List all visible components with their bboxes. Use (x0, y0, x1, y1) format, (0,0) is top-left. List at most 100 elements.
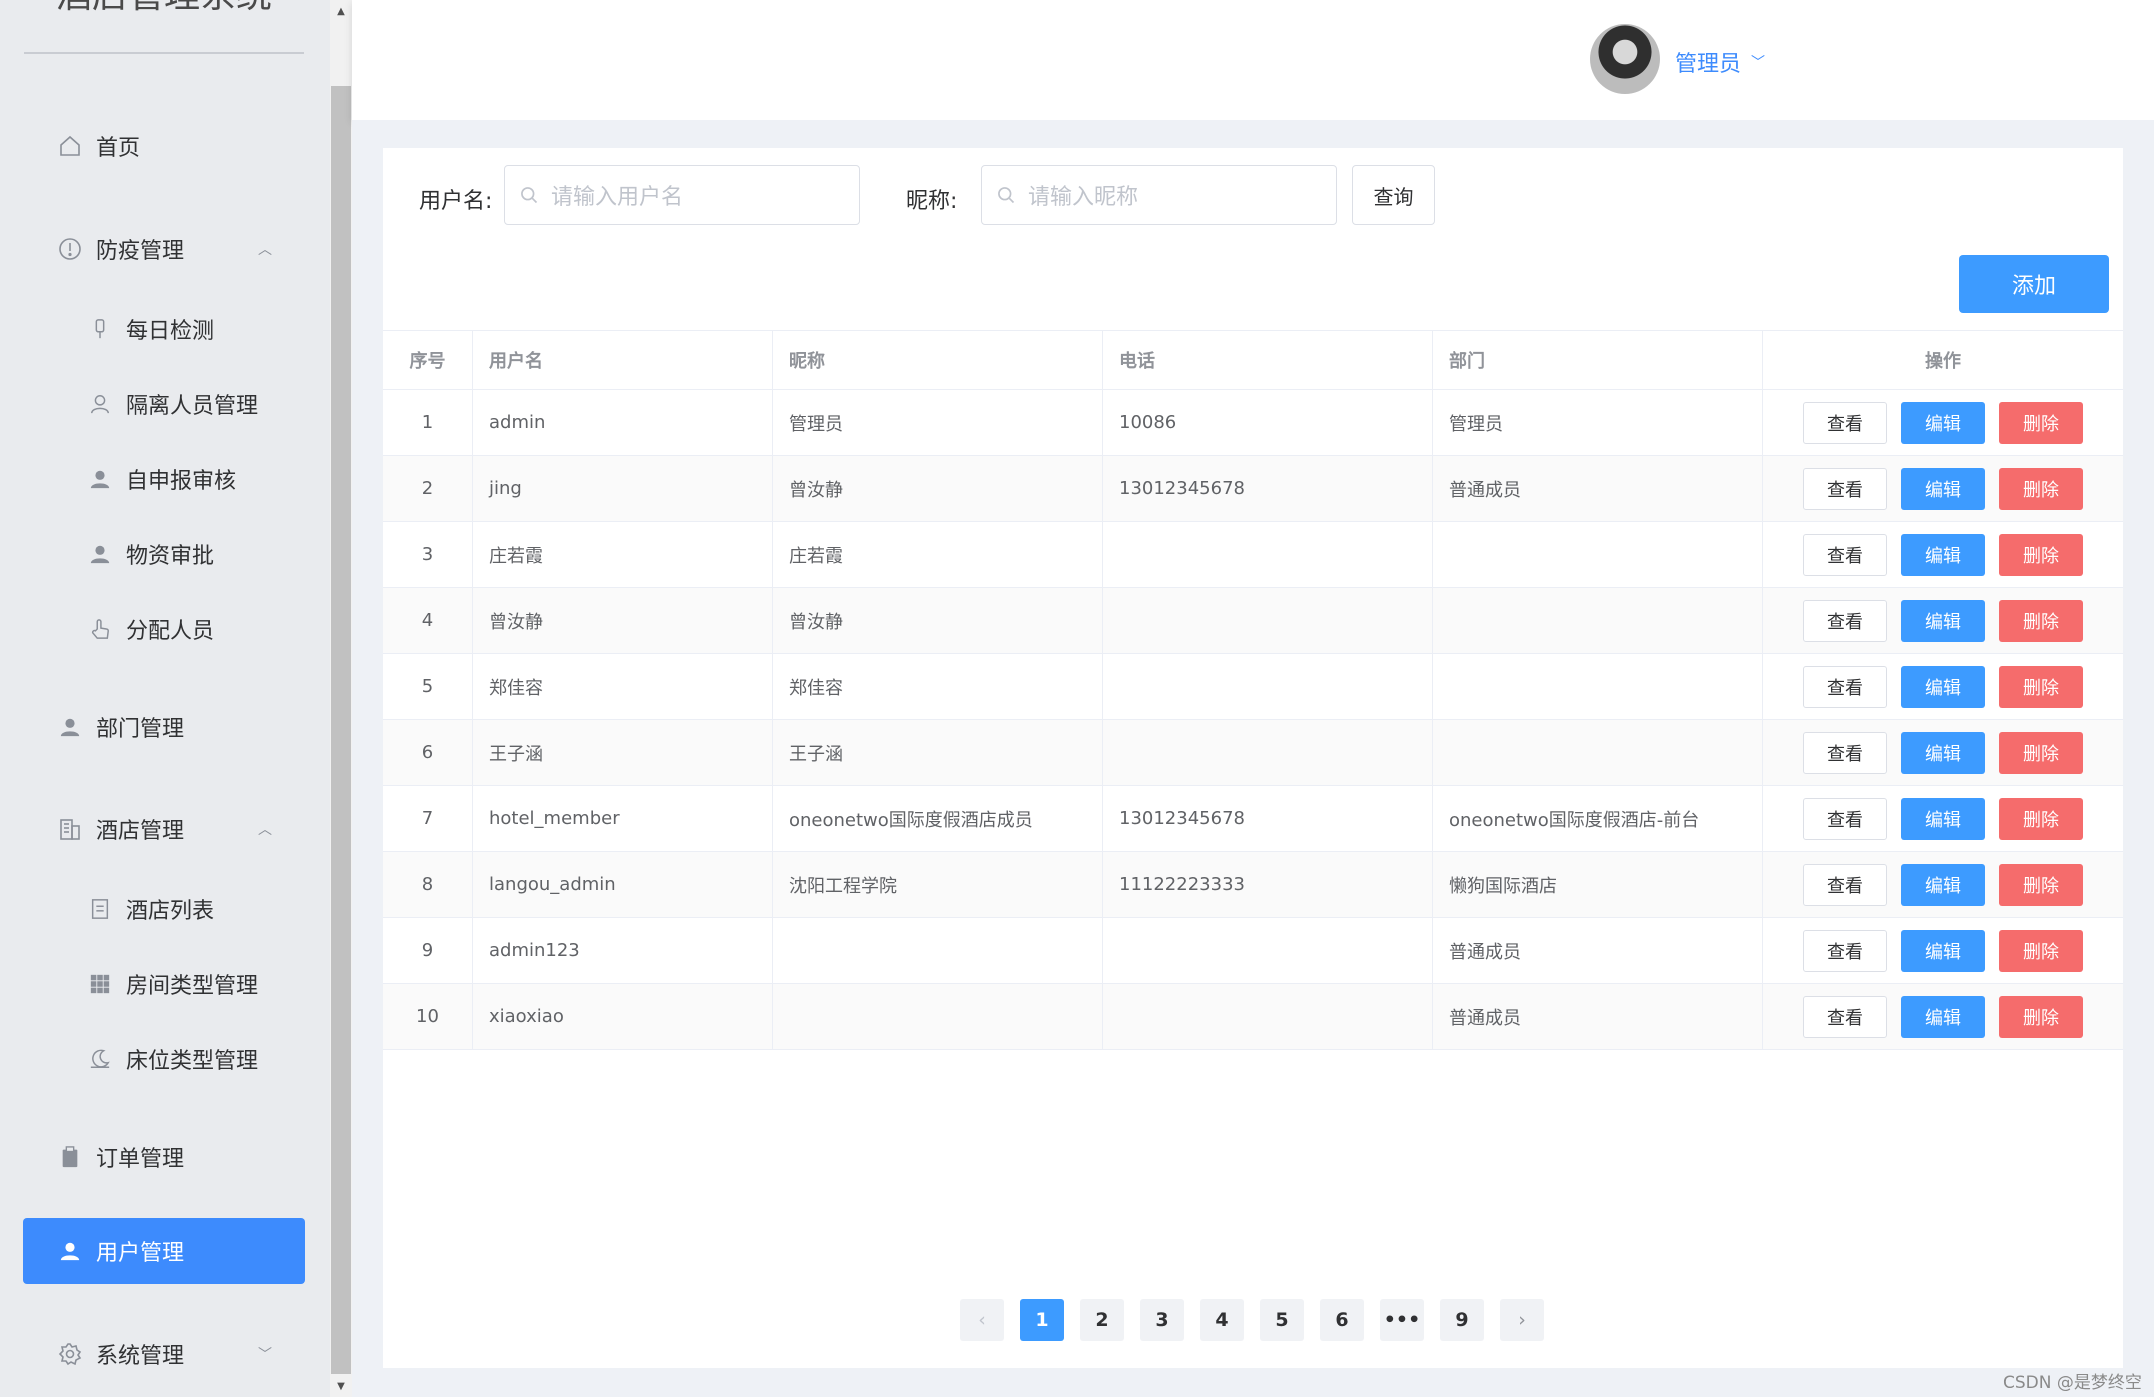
table-row: 6 王子涵 王子涵 查看 编辑 删除 (383, 720, 2123, 786)
sidebar-item-supplies[interactable]: 物资审批 (0, 524, 330, 584)
search-icon (996, 184, 1018, 206)
row-nickname: 王子涵 (773, 720, 1103, 785)
edit-button[interactable]: 编辑 (1901, 467, 1985, 510)
row-dept: 普通成员 (1433, 984, 1763, 1049)
edit-button[interactable]: 编辑 (1901, 665, 1985, 708)
edit-button[interactable]: 编辑 (1901, 995, 1985, 1038)
row-no: 4 (383, 588, 473, 653)
view-button[interactable]: 查看 (1803, 467, 1887, 510)
row-no: 7 (383, 786, 473, 851)
row-dept: oneonetwo国际度假酒店-前台 (1433, 786, 1763, 851)
edit-button[interactable]: 编辑 (1901, 401, 1985, 444)
chevron-up-icon: ︿ (258, 242, 272, 258)
user-name: 管理员 (1675, 52, 1742, 77)
view-button[interactable]: 查看 (1803, 797, 1887, 840)
row-no: 9 (383, 918, 473, 983)
delete-button[interactable]: 删除 (1999, 995, 2083, 1038)
sidebar-scrollbar[interactable]: ▲ ▼ (330, 0, 352, 1397)
sidebar-item-epidemic[interactable]: 防疫管理 ︿ (0, 219, 330, 279)
delete-button[interactable]: 删除 (1999, 665, 2083, 708)
edit-button[interactable]: 编辑 (1901, 797, 1985, 840)
sidebar-item-self-report[interactable]: 自申报审核 (0, 449, 330, 509)
user-menu[interactable]: 管理员 ﹀ (1675, 46, 1765, 78)
column-header-no: 序号 (383, 331, 473, 389)
user-solid-icon (56, 1237, 84, 1265)
delete-button[interactable]: 删除 (1999, 863, 2083, 906)
delete-button[interactable]: 删除 (1999, 731, 2083, 774)
view-button[interactable]: 查看 (1803, 665, 1887, 708)
delete-button[interactable]: 删除 (1999, 401, 2083, 444)
add-button[interactable]: 添加 (1959, 255, 2109, 313)
edit-button[interactable]: 编辑 (1901, 731, 1985, 774)
document-icon (86, 895, 114, 923)
delete-button[interactable]: 删除 (1999, 533, 2083, 576)
view-button[interactable]: 查看 (1803, 929, 1887, 972)
sidebar-item-daily-check[interactable]: 每日检测 (0, 299, 330, 359)
scrollbar-thumb[interactable] (331, 86, 351, 1374)
office-building-icon (56, 815, 84, 843)
row-phone: 11122223333 (1103, 852, 1433, 917)
next-page-icon[interactable]: › (1500, 1299, 1544, 1341)
page-button[interactable]: 6 (1320, 1299, 1364, 1341)
query-button[interactable]: 查询 (1352, 165, 1435, 225)
edit-button[interactable]: 编辑 (1901, 863, 1985, 906)
row-no: 6 (383, 720, 473, 785)
sidebar-item-system[interactable]: 系统管理 ﹀ (0, 1324, 330, 1384)
row-username: jing (473, 456, 773, 521)
row-actions: 查看 编辑 删除 (1763, 522, 2123, 587)
sidebar-item-hotel-list[interactable]: 酒店列表 (0, 879, 330, 939)
app-title: 酒店管理系统 (24, 0, 304, 54)
username-search-input[interactable]: 请输入用户名 (504, 165, 860, 225)
row-nickname: 曾汝静 (773, 456, 1103, 521)
top-header (352, 0, 2154, 120)
page-button[interactable]: 9 (1440, 1299, 1484, 1341)
page-button[interactable]: 1 (1020, 1299, 1064, 1341)
sidebar-item-quarantine[interactable]: 隔离人员管理 (0, 374, 330, 434)
user-solid-icon (86, 465, 114, 493)
page-button[interactable]: 5 (1260, 1299, 1304, 1341)
page-button[interactable]: 2 (1080, 1299, 1124, 1341)
edit-button[interactable]: 编辑 (1901, 533, 1985, 576)
sidebar-item-users[interactable]: 用户管理 (23, 1218, 305, 1284)
row-phone (1103, 720, 1433, 785)
edit-button[interactable]: 编辑 (1901, 929, 1985, 972)
view-button[interactable]: 查看 (1803, 863, 1887, 906)
sidebar-item-assign[interactable]: 分配人员 (0, 599, 330, 659)
sidebar-item-home[interactable]: 首页 (0, 116, 330, 176)
view-button[interactable]: 查看 (1803, 533, 1887, 576)
gear-icon (56, 1340, 84, 1368)
username-label: 用户名: (419, 189, 493, 214)
row-nickname: 沈阳工程学院 (773, 852, 1103, 917)
prev-page-icon[interactable]: ‹ (960, 1299, 1004, 1341)
view-button[interactable]: 查看 (1803, 599, 1887, 642)
search-icon (519, 184, 541, 206)
edit-button[interactable]: 编辑 (1901, 599, 1985, 642)
sidebar-item-hotel[interactable]: 酒店管理 ︿ (0, 799, 330, 859)
sidebar-item-bed-type[interactable]: 床位类型管理 (0, 1029, 330, 1089)
page-ellipsis[interactable]: ••• (1380, 1299, 1424, 1341)
delete-button[interactable]: 删除 (1999, 797, 2083, 840)
view-button[interactable]: 查看 (1803, 731, 1887, 774)
scroll-down-arrow-icon[interactable]: ▼ (330, 1375, 352, 1397)
row-nickname: 管理员 (773, 390, 1103, 455)
sidebar-item-department[interactable]: 部门管理 (0, 697, 330, 757)
column-header-username: 用户名 (473, 331, 773, 389)
avatar[interactable] (1590, 24, 1660, 94)
sidebar-item-room-type[interactable]: 房间类型管理 (0, 954, 330, 1014)
delete-button[interactable]: 删除 (1999, 467, 2083, 510)
table-row: 2 jing 曾汝静 13012345678 普通成员 查看 编辑 删除 (383, 456, 2123, 522)
page-button[interactable]: 3 (1140, 1299, 1184, 1341)
row-nickname: 庄若霞 (773, 522, 1103, 587)
view-button[interactable]: 查看 (1803, 995, 1887, 1038)
page-button[interactable]: 4 (1200, 1299, 1244, 1341)
view-button[interactable]: 查看 (1803, 401, 1887, 444)
sidebar-item-orders[interactable]: 订单管理 (0, 1127, 330, 1187)
delete-button[interactable]: 删除 (1999, 599, 2083, 642)
row-dept: 懒狗国际酒店 (1433, 852, 1763, 917)
delete-button[interactable]: 删除 (1999, 929, 2083, 972)
row-username: 王子涵 (473, 720, 773, 785)
nickname-search-input[interactable]: 请输入昵称 (981, 165, 1337, 225)
user-solid-icon (86, 540, 114, 568)
row-nickname (773, 918, 1103, 983)
scroll-up-arrow-icon[interactable]: ▲ (330, 0, 352, 22)
